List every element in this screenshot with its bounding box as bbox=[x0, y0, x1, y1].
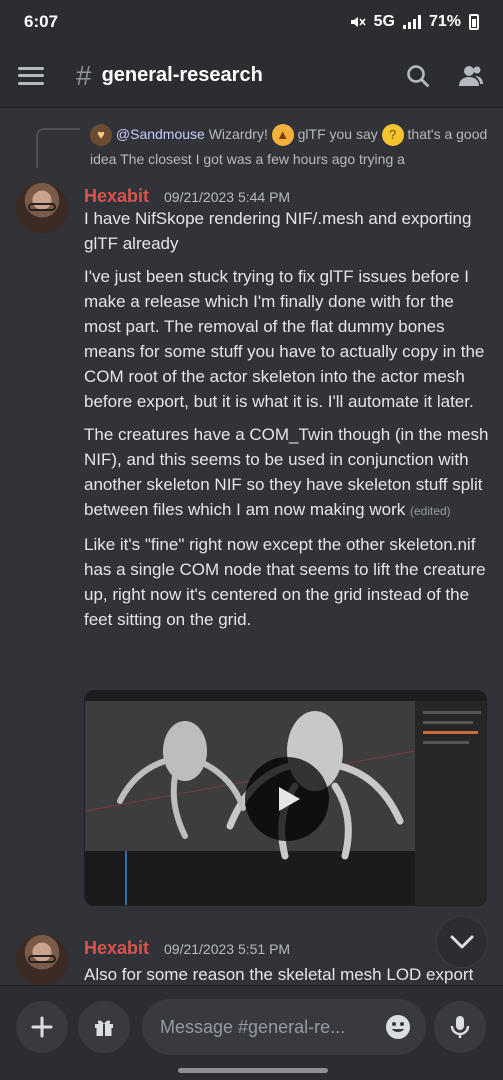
battery-icon bbox=[469, 14, 479, 30]
message-paragraph: Also for some reason the skeletal mesh L… bbox=[84, 965, 474, 984]
channel-header: # general-research bbox=[0, 44, 503, 108]
voice-message-button[interactable] bbox=[434, 1001, 486, 1053]
home-indicator bbox=[178, 1068, 328, 1073]
reply-preview[interactable]: ♥ @Sandmouse Wizardry! ▲ glTF you say ? … bbox=[36, 118, 496, 176]
hash-icon: # bbox=[76, 59, 92, 91]
channel-title[interactable]: general-research bbox=[102, 64, 263, 87]
menu-icon[interactable] bbox=[18, 66, 44, 85]
status-right: 5G 71% bbox=[348, 13, 479, 31]
chevron-down-icon bbox=[450, 935, 474, 949]
message-author[interactable]: Hexabit bbox=[84, 938, 149, 959]
battery-percent: 71% bbox=[428, 13, 461, 30]
reply-connector bbox=[36, 128, 80, 168]
message-input[interactable] bbox=[160, 1016, 360, 1038]
emoji-icon[interactable] bbox=[384, 1013, 412, 1041]
play-icon bbox=[279, 787, 300, 811]
message-paragraph: The creatures have a COM_Twin though (in… bbox=[84, 422, 492, 524]
search-icon[interactable] bbox=[405, 63, 431, 89]
status-bar: 6:07 5G 71% bbox=[0, 0, 503, 44]
message-paragraph: I've just been stuck trying to fix glTF … bbox=[84, 267, 485, 411]
members-icon[interactable] bbox=[457, 63, 485, 89]
thinking-emoji-icon: ? bbox=[381, 124, 404, 147]
composer-bar bbox=[0, 985, 503, 1080]
mic-icon bbox=[450, 1016, 470, 1038]
status-time: 6:07 bbox=[24, 12, 59, 31]
network-label: 5G bbox=[373, 13, 395, 30]
video-attachment[interactable] bbox=[84, 690, 487, 906]
avatar[interactable] bbox=[16, 182, 68, 234]
message-paragraph: Like it's "fine" right now except the ot… bbox=[84, 535, 486, 629]
reply-mention[interactable]: @Sandmouse bbox=[116, 126, 205, 142]
jump-to-present-button[interactable] bbox=[436, 916, 488, 968]
avatar[interactable] bbox=[16, 934, 68, 986]
message-body: I have NifSkope rendering NIF/.mesh and … bbox=[84, 206, 492, 640]
message-timestamp: 09/21/2023 5:51 PM bbox=[164, 941, 291, 957]
plus-icon bbox=[31, 1016, 53, 1038]
mute-icon bbox=[350, 17, 366, 27]
signal-icon bbox=[402, 15, 421, 29]
message-author[interactable]: Hexabit bbox=[84, 186, 149, 207]
reply-text-2: glTF you say bbox=[297, 126, 378, 142]
message-composer[interactable] bbox=[142, 999, 426, 1055]
gift-icon bbox=[95, 1020, 113, 1036]
message-paragraph: I have NifSkope rendering NIF/.mesh and … bbox=[84, 209, 472, 253]
message-timestamp: 09/21/2023 5:44 PM bbox=[164, 189, 291, 205]
play-button[interactable] bbox=[245, 757, 329, 841]
add-attachment-button[interactable] bbox=[16, 1001, 68, 1053]
exploding-head-emoji-icon: ▲ bbox=[271, 124, 294, 147]
gift-button[interactable] bbox=[78, 1001, 130, 1053]
reply-text-1: Wizardry! bbox=[208, 126, 268, 142]
reply-text: ♥ @Sandmouse Wizardry! ▲ glTF you say ? … bbox=[90, 122, 494, 172]
reply-avatar-icon: ♥ bbox=[90, 124, 112, 147]
edited-label: (edited) bbox=[409, 504, 451, 518]
